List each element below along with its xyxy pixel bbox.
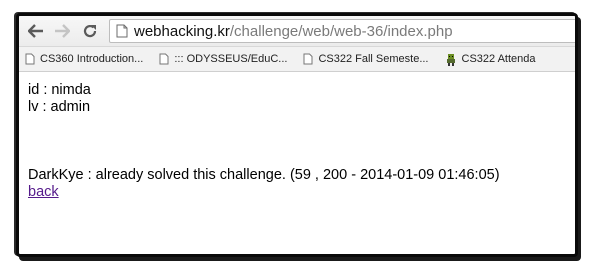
- browser-toolbar: webhacking.kr/challenge/web/web-36/index…: [19, 16, 575, 47]
- game-character-icon: [446, 53, 455, 66]
- bookmark-label: CS360 Introduction...: [40, 53, 144, 65]
- bookmark-item[interactable]: CS322 Fall Semeste...: [303, 53, 429, 65]
- page-content: id : nimda lv : admin DarkKye : already …: [28, 82, 569, 201]
- browser-window: webhacking.kr/challenge/web/web-36/index…: [16, 13, 578, 257]
- bookmarks-bar: CS360 Introduction... ::: ODYSSEUS/EduC.…: [19, 47, 575, 72]
- page-icon: [159, 53, 169, 65]
- back-link[interactable]: back: [28, 184, 569, 201]
- back-arrow-icon[interactable]: [27, 22, 45, 40]
- bookmark-label: ::: ODYSSEUS/EduC...: [174, 53, 288, 65]
- reload-icon[interactable]: [81, 22, 99, 40]
- bookmark-label: CS322 Attenda: [461, 53, 536, 65]
- url-host: webhacking.kr: [134, 22, 230, 40]
- page-icon: [25, 53, 35, 65]
- lv-line: lv : admin: [28, 99, 91, 115]
- page-icon: [116, 24, 128, 38]
- page-icon: [303, 53, 313, 65]
- url-path: /challenge/web/web-36/index.php: [229, 22, 453, 40]
- bookmark-item[interactable]: CS360 Introduction...: [25, 53, 143, 65]
- address-bar[interactable]: webhacking.kr/challenge/web/web-36/index…: [109, 19, 575, 43]
- forward-arrow-icon[interactable]: [53, 22, 71, 40]
- solved-message: DarkKye : already solved this challenge.…: [28, 167, 500, 183]
- bookmark-item[interactable]: ::: ODYSSEUS/EduC...: [159, 53, 287, 65]
- bookmark-item[interactable]: CS322 Attenda: [445, 53, 536, 66]
- bookmark-label: CS322 Fall Semeste...: [318, 53, 429, 65]
- url-text: webhacking.kr/challenge/web/web-36/index…: [134, 23, 453, 40]
- id-line: id : nimda: [28, 82, 91, 98]
